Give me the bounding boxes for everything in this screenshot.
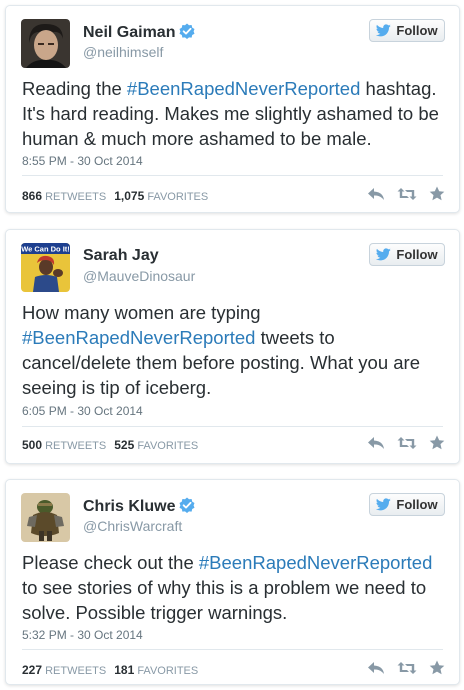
avatar[interactable]: [21, 493, 70, 542]
retweet-count[interactable]: 866: [22, 189, 42, 203]
tweet-timestamp[interactable]: 6:05 PM - 30 Oct 2014: [22, 404, 143, 418]
favorite-count[interactable]: 1,075: [114, 189, 144, 203]
svg-text:We Can Do It!: We Can Do It!: [21, 245, 70, 254]
tweet-text: Reading the #BeenRapedNeverReported hash…: [22, 78, 439, 149]
tweet-card: Neil Gaiman @neilhimself Follow Reading …: [5, 5, 460, 213]
favorite-star-icon[interactable]: [429, 435, 445, 450]
avatar[interactable]: We Can Do It!: [21, 243, 70, 292]
favorite-count[interactable]: 181: [114, 663, 134, 677]
retweet-icon[interactable]: [397, 661, 417, 675]
tweet-actions: [367, 435, 445, 450]
tweet-timestamp[interactable]: 8:55 PM - 30 Oct 2014: [22, 154, 143, 168]
reply-icon[interactable]: [367, 187, 385, 201]
hashtag-link[interactable]: #BeenRapedNeverReported: [199, 552, 432, 573]
tweet-card: We Can Do It! Sarah Jay @MauveDinosaur F…: [5, 229, 460, 464]
twitter-bird-icon: [376, 498, 392, 511]
tweet-timestamp[interactable]: 5:32 PM - 30 Oct 2014: [22, 628, 143, 642]
user-handle[interactable]: @MauveDinosaur: [83, 268, 195, 284]
tweet-stats: 227 RETWEETS 181 FAVORITES: [22, 663, 199, 677]
tweet-stats: 866 RETWEETS 1,075 FAVORITES: [22, 189, 209, 203]
user-handle[interactable]: @ChrisWarcraft: [83, 518, 182, 534]
reply-icon[interactable]: [367, 661, 385, 675]
verified-badge-icon: [179, 497, 195, 513]
retweet-icon[interactable]: [397, 436, 417, 450]
twitter-bird-icon: [376, 24, 392, 37]
retweet-count[interactable]: 500: [22, 438, 42, 452]
tweet-actions: [367, 660, 445, 675]
favorite-star-icon[interactable]: [429, 186, 445, 201]
tweet-actions: [367, 186, 445, 201]
user-handle[interactable]: @neilhimself: [83, 44, 163, 60]
twitter-bird-icon: [376, 248, 392, 261]
follow-button[interactable]: Follow: [369, 243, 445, 266]
reply-icon[interactable]: [367, 436, 385, 450]
verified-badge-icon: [179, 23, 195, 39]
follow-button[interactable]: Follow: [369, 493, 445, 516]
hashtag-link[interactable]: #BeenRapedNeverReported: [127, 78, 360, 99]
tweet-card: Chris Kluwe @ChrisWarcraft Follow Please…: [5, 479, 460, 685]
divider: [22, 426, 443, 427]
divider: [22, 175, 443, 176]
display-name[interactable]: Sarah Jay: [83, 247, 159, 265]
retweet-count[interactable]: 227: [22, 663, 42, 677]
tweet-text: Please check out the #BeenRapedNeverRepo…: [22, 552, 433, 623]
avatar[interactable]: [21, 19, 70, 68]
hashtag-link[interactable]: #BeenRapedNeverReported: [22, 327, 255, 348]
tweet-text: How many women are typing #BeenRapedNeve…: [22, 302, 420, 398]
retweet-icon[interactable]: [397, 187, 417, 201]
display-name[interactable]: Chris Kluwe: [83, 497, 195, 516]
divider: [22, 649, 443, 650]
follow-button[interactable]: Follow: [369, 19, 445, 42]
tweet-stats: 500 RETWEETS 525 FAVORITES: [22, 438, 199, 452]
favorite-count[interactable]: 525: [114, 438, 134, 452]
favorite-star-icon[interactable]: [429, 660, 445, 675]
display-name[interactable]: Neil Gaiman: [83, 23, 195, 42]
